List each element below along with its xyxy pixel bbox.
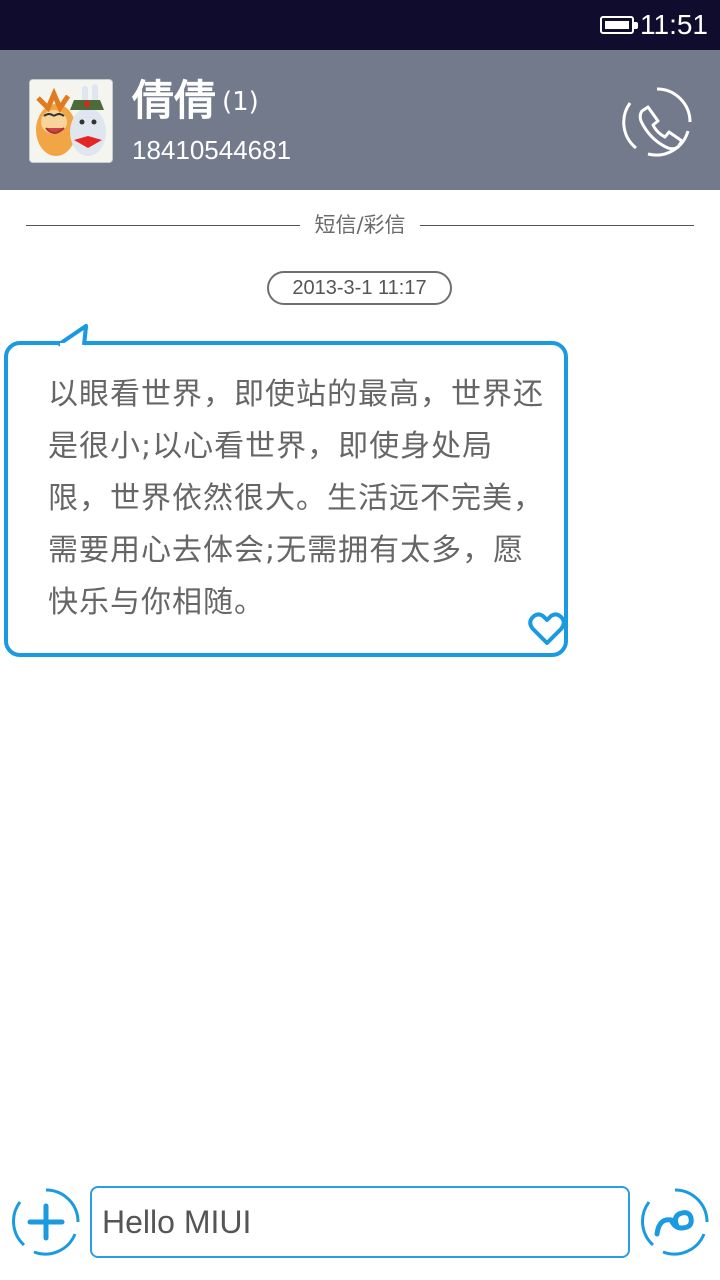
avatar-image [30, 80, 112, 162]
avatar[interactable] [30, 80, 112, 162]
message-timestamp: 2013-3-1 11:17 [267, 271, 452, 305]
unread-count: (1) [222, 87, 259, 117]
send-icon [641, 1188, 709, 1256]
status-time: 11:51 [640, 9, 708, 40]
phone-call-icon [622, 87, 692, 157]
add-attachment-button[interactable] [12, 1188, 80, 1256]
plus-icon [12, 1188, 80, 1256]
divider-line-right [420, 225, 694, 226]
message-input[interactable]: Hello MIUI [90, 1186, 630, 1258]
battery-icon [600, 16, 638, 34]
send-button[interactable] [641, 1188, 709, 1256]
conversation-header: 倩倩 (1) 18410544681 [0, 50, 720, 190]
call-button[interactable] [622, 87, 692, 157]
heart-outline-icon [528, 612, 566, 645]
divider-line-left [26, 225, 300, 226]
status-bar: 11:51 [0, 0, 720, 50]
message-text: 以眼看世界，即使站的最高，世界还是很小;以心看世界，即使身处局限，世界依然很大。… [48, 377, 544, 620]
contact-name: 倩倩 [132, 76, 217, 125]
message-bubble[interactable]: 以眼看世界，即使站的最高，世界还是很小;以心看世界，即使身处局限，世界依然很大。… [4, 341, 568, 657]
contact-phone-number: 18410544681 [132, 135, 292, 165]
message-type-label: 短信/彩信 [314, 213, 406, 237]
favorite-button[interactable] [528, 611, 566, 647]
